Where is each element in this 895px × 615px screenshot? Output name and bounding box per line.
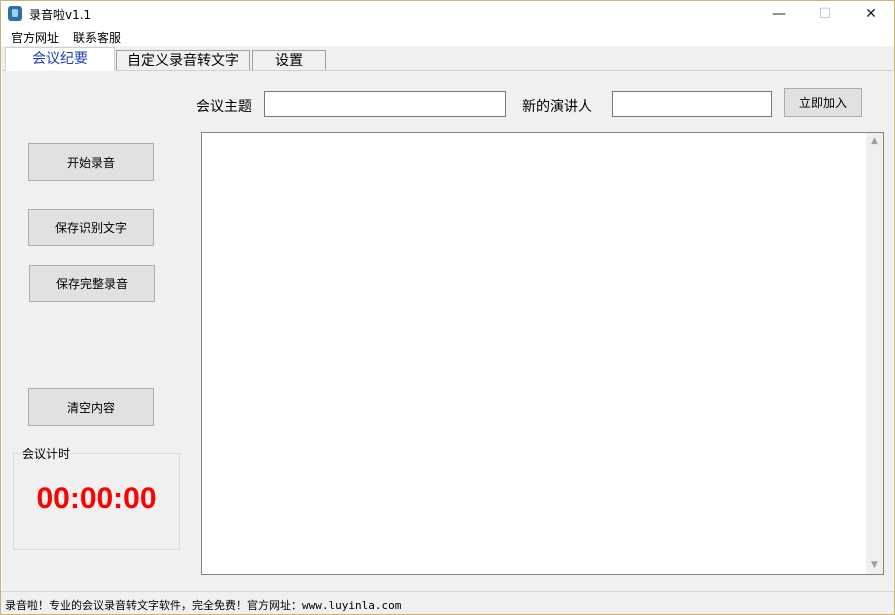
save-text-button[interactable]: 保存识别文字	[28, 209, 154, 246]
chevron-down-icon[interactable]: ▼	[866, 557, 883, 574]
timer-title: 会议计时	[20, 445, 73, 462]
timer-group: 会议计时 00:00:00	[13, 445, 180, 550]
app-window: 录音啦v1.1 — ☐ ✕ 官方网址 联系客服 会议纪要 自定义录音转文字 设置…	[0, 0, 895, 615]
topic-label: 会议主题	[196, 99, 252, 115]
speaker-input[interactable]	[612, 91, 772, 117]
tab-custom-transcription[interactable]: 自定义录音转文字	[116, 50, 250, 71]
app-icon	[8, 6, 22, 21]
join-button[interactable]: 立即加入	[784, 88, 862, 117]
transcript-textarea[interactable]: ▲ ▼	[201, 132, 884, 575]
title-bar[interactable]: 录音啦v1.1 — ☐ ✕	[1, 1, 894, 27]
start-recording-button[interactable]: 开始录音	[28, 143, 154, 181]
status-text: 录音啦！专业的会议录音转文字软件，完全免费！官方网址：www.luyinla.c…	[5, 599, 402, 612]
topic-input[interactable]	[264, 91, 506, 117]
clear-content-button[interactable]: 清空内容	[28, 388, 154, 426]
menu-official-site[interactable]: 官方网址	[11, 29, 59, 46]
close-button[interactable]: ✕	[848, 1, 894, 27]
minimize-button[interactable]: —	[756, 1, 802, 27]
timer-display: 00:00:00	[36, 482, 157, 515]
menu-bar: 官方网址 联系客服	[1, 27, 894, 46]
tab-settings[interactable]: 设置	[252, 50, 326, 71]
maximize-button[interactable]: ☐	[802, 1, 848, 27]
status-bar: 录音啦！专业的会议录音转文字软件，完全免费！官方网址：www.luyinla.c…	[1, 591, 894, 614]
chevron-up-icon[interactable]: ▲	[866, 133, 883, 150]
speaker-label: 新的演讲人	[522, 99, 592, 115]
menu-contact-support[interactable]: 联系客服	[73, 29, 121, 46]
window-title: 录音啦v1.1	[29, 8, 92, 22]
save-audio-button[interactable]: 保存完整录音	[29, 265, 155, 302]
tab-meeting-minutes[interactable]: 会议纪要	[5, 47, 115, 71]
transcript-scrollbar[interactable]: ▲ ▼	[866, 133, 883, 574]
